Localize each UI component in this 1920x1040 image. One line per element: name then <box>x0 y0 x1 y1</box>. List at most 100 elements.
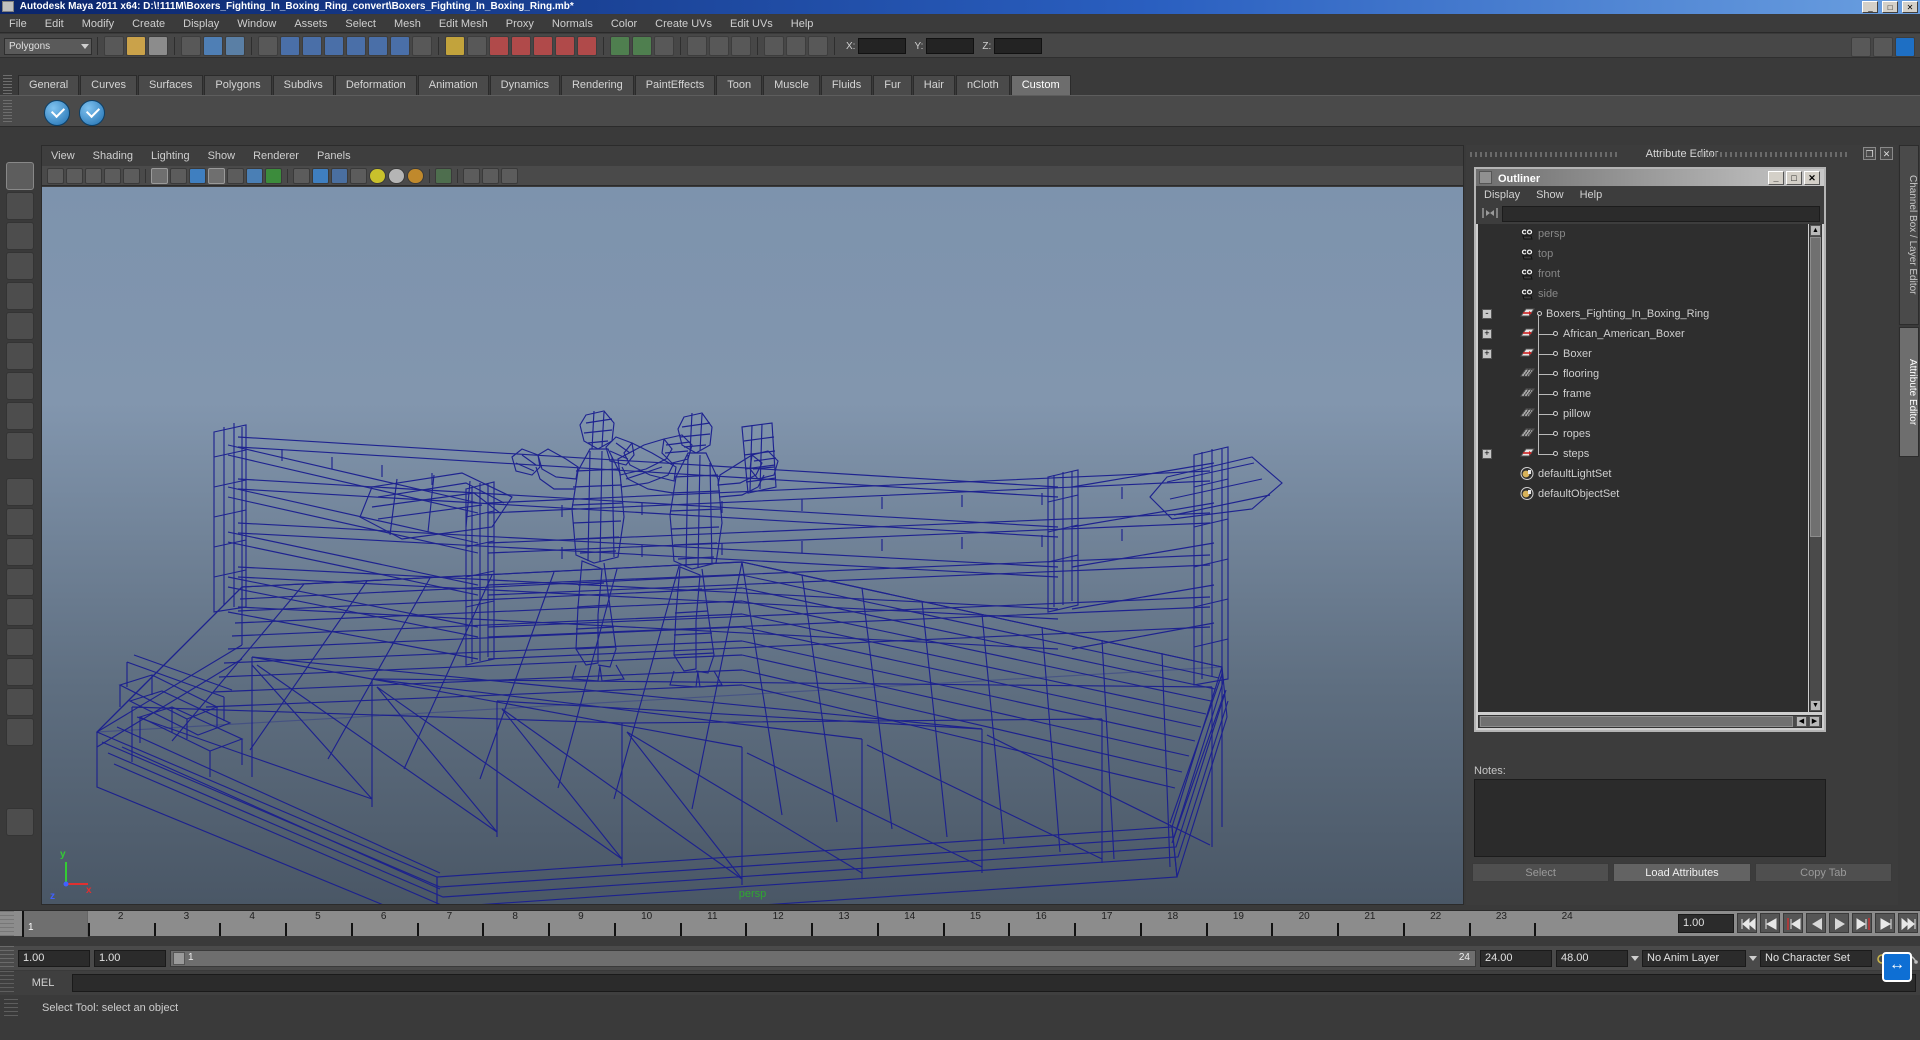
outliner-row-top[interactable]: top <box>1478 244 1808 264</box>
viewport-menu-view[interactable]: View <box>42 146 84 166</box>
y-coord-field[interactable] <box>926 38 975 54</box>
smooth-shade-all-icon[interactable] <box>170 167 187 184</box>
dock-drag-dots-right[interactable] <box>1700 152 1850 157</box>
shelf-tab-custom[interactable]: Custom <box>1010 75 1071 95</box>
shelf-tab-painteffects[interactable]: PaintEffects <box>634 75 716 95</box>
outliner-row-defaultlightset[interactable]: defaultLightSet <box>1478 464 1808 484</box>
high-quality-render-icon[interactable] <box>350 167 367 184</box>
viewport-menu-shading[interactable]: Shading <box>84 146 142 166</box>
shelf-tab-rendering[interactable]: Rendering <box>560 75 634 95</box>
open-hypergraph-icon[interactable] <box>687 36 707 56</box>
menu-help[interactable]: Help <box>782 15 823 33</box>
last-tool-used-icon[interactable] <box>6 432 34 460</box>
menu-assets[interactable]: Assets <box>285 15 336 33</box>
shelf-tab-fluids[interactable]: Fluids <box>820 75 873 95</box>
construction-history-icon[interactable] <box>808 36 828 56</box>
x-coord-field[interactable] <box>858 38 907 54</box>
step-forward-key-button[interactable] <box>1875 913 1895 933</box>
save-scene-icon[interactable] <box>148 36 168 56</box>
viewport-menu-renderer[interactable]: Renderer <box>244 146 308 166</box>
range-start-field[interactable]: 1.00 <box>18 949 90 967</box>
playback-start-field[interactable]: 1.00 <box>94 949 166 967</box>
layout-persp-render-icon[interactable] <box>6 658 34 686</box>
shelf-icons-grip[interactable] <box>3 100 12 124</box>
layout-expand-icon[interactable] <box>6 718 34 746</box>
notes-textarea[interactable] <box>1474 779 1826 857</box>
show-tool-settings-icon[interactable] <box>1895 37 1915 57</box>
universal-manipulator-icon[interactable] <box>6 342 34 370</box>
outliner-menu-display[interactable]: Display <box>1476 186 1528 204</box>
use-all-lights-icon[interactable] <box>312 167 329 184</box>
lock-selection-icon[interactable] <box>445 36 465 56</box>
shelf-item-1-checkmark-sphere-icon[interactable] <box>44 100 70 126</box>
ipr-render-icon[interactable] <box>632 36 652 56</box>
gamma-icon[interactable] <box>501 167 518 184</box>
x-ray-icon[interactable] <box>265 167 282 184</box>
light-grey-icon[interactable] <box>388 167 405 184</box>
outliner-expand-toggle-5[interactable]: + <box>1482 329 1492 339</box>
outliner-row-boxer[interactable]: + Boxer <box>1478 334 1808 364</box>
menu-select[interactable]: Select <box>336 15 385 33</box>
menu-proxy[interactable]: Proxy <box>497 15 543 33</box>
outliner-expand-toggle-6[interactable]: + <box>1482 349 1492 359</box>
light-amber-icon[interactable] <box>407 167 424 184</box>
menu-set-selector[interactable]: Polygons <box>4 37 92 55</box>
layout-four-pane-icon[interactable] <box>6 508 34 536</box>
time-slider-current-frame-marker[interactable]: 1 <box>22 911 88 937</box>
minimize-button[interactable]: _ <box>1862 1 1879 13</box>
scale-tool-icon[interactable] <box>6 312 34 340</box>
outliner-row-side[interactable]: side <box>1478 284 1808 304</box>
open-scene-icon[interactable] <box>126 36 146 56</box>
shadows-icon[interactable] <box>331 167 348 184</box>
camera-attributes-icon[interactable] <box>66 167 83 184</box>
current-frame-field[interactable]: 1.00 <box>1678 913 1734 933</box>
isolate-select-icon[interactable] <box>435 167 452 184</box>
snap-to-curve-icon[interactable] <box>511 36 531 56</box>
menu-create-uvs[interactable]: Create UVs <box>646 15 721 33</box>
character-set-field[interactable]: No Character Set <box>1760 949 1872 967</box>
menu-create[interactable]: Create <box>123 15 174 33</box>
step-back-frame-button[interactable] <box>1783 913 1803 933</box>
outliner-search-input[interactable] <box>1502 206 1820 222</box>
outliner-row-ropes[interactable]: ropes <box>1478 414 1808 444</box>
layout-persp-graph-icon[interactable] <box>6 598 34 626</box>
close-button[interactable]: ✕ <box>1902 1 1918 13</box>
range-slider-bar[interactable]: 1 24 <box>170 949 1476 967</box>
menu-window[interactable]: Window <box>228 15 285 33</box>
menu-edit-uvs[interactable]: Edit UVs <box>721 15 782 33</box>
outliner-row-persp[interactable]: persp <box>1478 224 1808 244</box>
outliner-row-frame[interactable]: frame <box>1478 374 1808 404</box>
playback-end-field[interactable]: 24.00 <box>1480 949 1552 967</box>
hscroll-right-arrow-icon[interactable]: ▶ <box>1809 716 1820 727</box>
outliner-maximize-button[interactable]: □ <box>1786 171 1802 185</box>
outliner-row-boxers-fighting-in-boxing-ring[interactable]: - Boxers_Fighting_In_Boxing_Ring <box>1478 304 1808 324</box>
menu-mesh[interactable]: Mesh <box>385 15 430 33</box>
load-attributes-button[interactable]: Load Attributes <box>1613 863 1751 882</box>
outliner-close-button[interactable]: ✕ <box>1804 171 1820 185</box>
shelf-grip-handle[interactable] <box>3 75 12 95</box>
shelf-item-2-checkmark-sphere-icon[interactable] <box>79 100 105 126</box>
viewport-menu-lighting[interactable]: Lighting <box>142 146 199 166</box>
paint-select-tool-icon[interactable] <box>6 222 34 250</box>
outliner-horizontal-scrollbar[interactable]: ◀ ▶ <box>1478 715 1822 728</box>
texture-icon[interactable] <box>246 167 263 184</box>
range-end-field[interactable]: 48.00 <box>1556 949 1628 967</box>
menu-edit[interactable]: Edit <box>36 15 73 33</box>
shelf-tab-dynamics[interactable]: Dynamics <box>489 75 560 95</box>
scroll-down-arrow-icon[interactable]: ▼ <box>1810 700 1821 711</box>
command-line-grip[interactable] <box>0 971 14 995</box>
shelf-tab-deformation[interactable]: Deformation <box>334 75 417 95</box>
outliner-row-flooring[interactable]: flooring <box>1478 354 1808 384</box>
viewport-menu-panels[interactable]: Panels <box>308 146 360 166</box>
shelf-tab-hair[interactable]: Hair <box>912 75 955 95</box>
handle-mask-icon[interactable] <box>390 36 410 56</box>
help-line-grip[interactable] <box>4 999 18 1017</box>
snap-to-view-icon[interactable] <box>577 36 597 56</box>
layout-two-pane-stacked-icon[interactable] <box>6 538 34 566</box>
select-by-hierarchy-icon[interactable] <box>181 36 201 56</box>
two-d-pan-zoom-icon[interactable] <box>123 167 140 184</box>
menu-color[interactable]: Color <box>602 15 646 33</box>
outliner-expand-toggle-4[interactable]: - <box>1482 309 1492 319</box>
lasso-select-tool-icon[interactable] <box>6 192 34 220</box>
outliner-title-bar[interactable]: Outliner _ □ ✕ <box>1476 169 1824 186</box>
